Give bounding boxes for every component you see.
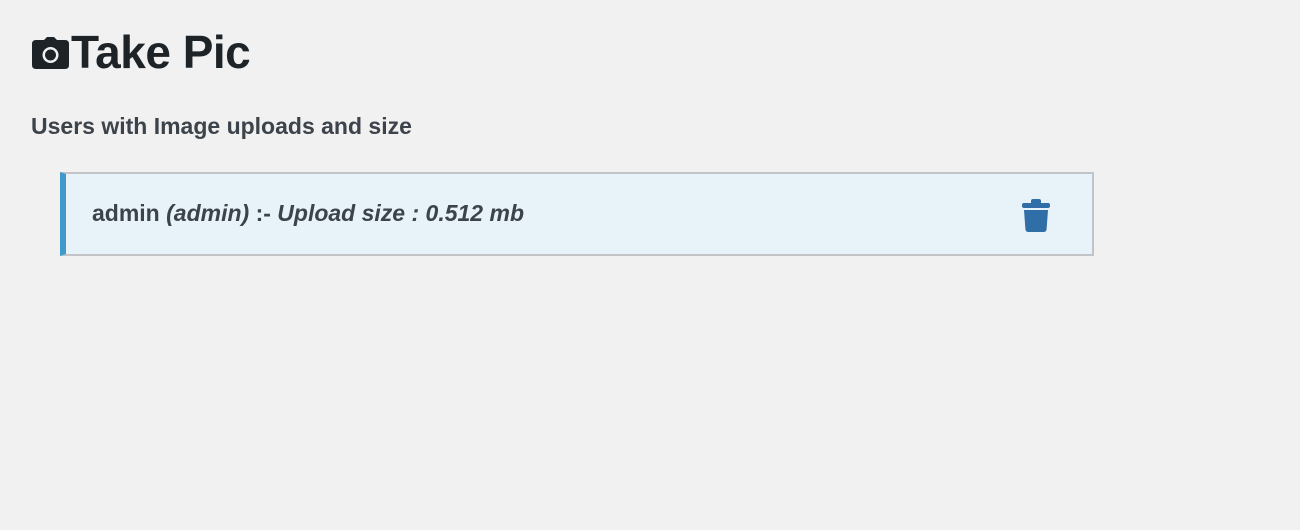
user-upload-summary: admin (admin) :- Upload size : 0.512 mb [92,200,524,227]
user-upload-list: admin (admin) :- Upload size : 0.512 mb [60,172,1094,256]
trash-icon [1020,198,1052,232]
page: Take Pic Users with Image uploads and si… [0,0,1300,530]
summary-separator: :- [255,200,271,226]
delete-upload-button[interactable] [1020,197,1052,233]
user-name: admin [92,200,160,226]
section-subtitle: Users with Image uploads and size [31,113,412,139]
page-title-text: Take Pic [71,26,251,78]
camera-icon [32,37,69,69]
page-title: Take Pic [32,24,251,80]
user-login: (admin) [166,200,250,226]
upload-size-value: 0.512 mb [425,200,524,226]
upload-size-label: Upload size : [277,200,420,226]
user-upload-row: admin (admin) :- Upload size : 0.512 mb [60,172,1094,256]
